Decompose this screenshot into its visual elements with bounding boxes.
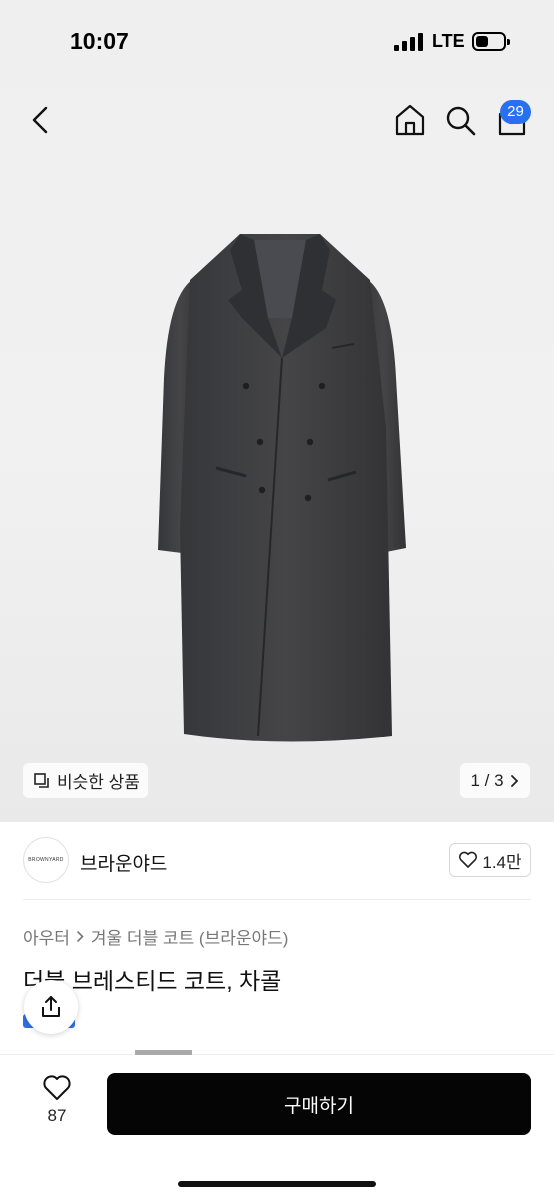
product-image-area[interactable]: 10:07 LTE 29 비슷한 상품 1 / 3: [0, 0, 554, 822]
breadcrumb-item[interactable]: 겨울 더블 코트 (브라운야드): [91, 924, 289, 949]
search-icon: [446, 106, 476, 136]
home-icon: [395, 104, 425, 136]
signal-icon: [394, 33, 424, 51]
brand-logo[interactable]: BROWNYARD: [23, 837, 69, 883]
search-button[interactable]: [440, 100, 480, 140]
copy-icon: [34, 772, 49, 788]
chevron-right-icon: [77, 931, 84, 942]
similar-products-button[interactable]: 비슷한 상품: [23, 763, 148, 798]
network-label: LTE: [432, 31, 465, 51]
heart-icon: [459, 851, 478, 868]
wishlist-button[interactable]: 87: [30, 1074, 84, 1134]
brand-like-count: 1.4만: [482, 852, 522, 872]
home-indicator: [178, 1181, 376, 1187]
brand-name[interactable]: 브라운야드: [80, 849, 167, 876]
chevron-right-icon: [510, 774, 518, 787]
breadcrumb-item[interactable]: 아우터: [23, 924, 70, 949]
similar-products-label: 비슷한 상품: [57, 773, 140, 792]
buy-button[interactable]: 구매하기: [107, 1073, 531, 1135]
back-button[interactable]: [20, 100, 60, 140]
home-button[interactable]: [390, 100, 430, 140]
image-pager-label: 1 / 3: [470, 770, 504, 790]
share-button[interactable]: [24, 980, 78, 1034]
back-icon: [32, 106, 48, 134]
brand-like-button[interactable]: 1.4만: [449, 843, 531, 877]
status-time: 10:07: [70, 28, 129, 54]
wishlist-count: 87: [47, 1106, 67, 1125]
status-bar: 10:07 LTE: [0, 0, 554, 84]
cart-count-badge: 29: [500, 100, 531, 124]
heart-icon: [43, 1075, 71, 1100]
image-pager[interactable]: 1 / 3: [460, 763, 530, 798]
divider: [23, 899, 531, 900]
share-icon: [42, 996, 60, 1017]
brand-logo-text: BROWNYARD: [28, 857, 64, 863]
battery-icon: [472, 32, 510, 51]
coat-image: [158, 234, 406, 742]
breadcrumb: 아우터 겨울 더블 코트 (브라운야드): [23, 924, 288, 949]
